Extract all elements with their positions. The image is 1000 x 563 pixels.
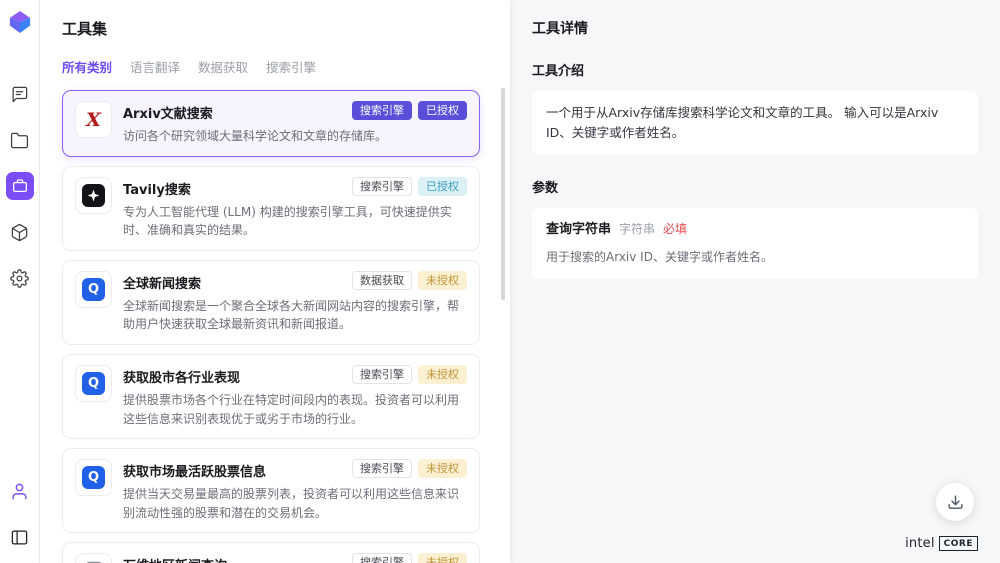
tool-title: 获取市场最活跃股票信息 bbox=[123, 459, 352, 480]
juhe-icon: Q bbox=[82, 372, 105, 395]
intel-core-logo: intel CORE bbox=[905, 536, 978, 551]
tool-details-panel: 工具详情 工具介绍 一个用于从Arxiv存储库搜索科学论文和文章的工具。 输入可… bbox=[510, 0, 1000, 563]
params-title: 参数 bbox=[532, 177, 978, 196]
tool-description: 访问各个研究领域大量科学论文和文章的存储库。 bbox=[123, 127, 467, 146]
gear-icon[interactable] bbox=[6, 264, 34, 292]
intel-text: intel bbox=[905, 536, 935, 551]
download-icon bbox=[947, 494, 964, 511]
intro-text: 一个用于从Arxiv存储库搜索科学论文和文章的工具。 输入可以是Arxiv ID… bbox=[546, 105, 938, 140]
download-button[interactable] bbox=[936, 483, 974, 521]
briefcase-icon[interactable] bbox=[6, 172, 34, 200]
juhe-icon: Q bbox=[82, 278, 105, 301]
core-text: CORE bbox=[939, 536, 978, 551]
param-type: 字符串 bbox=[619, 220, 655, 239]
auth-status-badge: 未授权 bbox=[418, 459, 467, 478]
tool-icon: Q bbox=[75, 365, 112, 402]
details-title: 工具详情 bbox=[532, 18, 978, 38]
tab-language-translation[interactable]: 语言翻译 bbox=[130, 57, 180, 76]
tab-search-engine[interactable]: 搜索引擎 bbox=[266, 57, 316, 76]
category-badge: 搜索引擎 bbox=[352, 101, 412, 120]
param-card: 查询字符串 字符串 必填 用于搜索的Arxiv ID、关键字或作者姓名。 bbox=[532, 208, 978, 279]
tool-title: 万维地区新闻查询 bbox=[123, 553, 352, 563]
panel-toggle-icon[interactable] bbox=[6, 523, 34, 551]
icon-sidebar bbox=[0, 0, 40, 563]
category-tabs: 所有类别 语言翻译 数据获取 搜索引擎 bbox=[62, 57, 488, 76]
category-badge: 搜索引擎 bbox=[352, 177, 412, 196]
tool-card[interactable]: Q 获取市场最活跃股票信息 搜索引擎 未授权 提供当天交易量最高的股票列表，投资… bbox=[62, 448, 480, 533]
auth-status-badge: 已授权 bbox=[418, 101, 467, 120]
tool-title: Arxiv文献搜索 bbox=[123, 101, 352, 122]
tool-icon bbox=[75, 177, 112, 214]
tool-card[interactable]: Q 全球新闻搜索 数据获取 未授权 全球新闻搜索是一个聚合全球各大新闻网站内容的… bbox=[62, 260, 480, 345]
tool-card[interactable]: Tavily搜索 搜索引擎 已授权 专为人工智能代理 (LLM) 构建的搜索引擎… bbox=[62, 166, 480, 251]
tab-all-categories[interactable]: 所有类别 bbox=[62, 57, 112, 76]
tool-description: 提供当天交易量最高的股票列表，投资者可以利用这些信息来识别流动性强的股票和潜在的… bbox=[123, 485, 467, 522]
category-badge: 搜索引擎 bbox=[352, 553, 412, 563]
tool-title: 获取股市各行业表现 bbox=[123, 365, 352, 386]
juhe-icon: Q bbox=[82, 466, 105, 489]
tool-title: 全球新闻搜索 bbox=[123, 271, 352, 292]
user-icon[interactable] bbox=[6, 477, 34, 505]
param-name: 查询字符串 bbox=[546, 220, 611, 241]
tool-icon: Q bbox=[75, 271, 112, 308]
tool-title: Tavily搜索 bbox=[123, 177, 352, 198]
auth-status-badge: 已授权 bbox=[418, 177, 467, 196]
param-required-badge: 必填 bbox=[663, 220, 687, 239]
tool-description: 全球新闻搜索是一个聚合全球各大新闻网站内容的搜索引擎，帮助用户快速获取全球最新资… bbox=[123, 297, 467, 334]
category-badge: 搜索引擎 bbox=[352, 459, 412, 478]
app-logo bbox=[9, 10, 31, 38]
auth-status-badge: 未授权 bbox=[418, 365, 467, 384]
tavily-icon bbox=[82, 184, 105, 207]
tool-card[interactable]: Q 获取股市各行业表现 搜索引擎 未授权 提供股票市场各个行业在特定时间段内的表… bbox=[62, 354, 480, 439]
auth-status-badge: 未授权 bbox=[418, 271, 467, 290]
app-window: 工具集 所有类别 语言翻译 数据获取 搜索引擎 X Arxiv文献搜索 搜索引擎… bbox=[0, 0, 1000, 563]
tool-description: 提供股票市场各个行业在特定时间段内的表现。投资者可以利用这些信息来识别表现优于或… bbox=[123, 391, 467, 428]
tab-data-fetch[interactable]: 数据获取 bbox=[198, 57, 248, 76]
tool-list: X Arxiv文献搜索 搜索引擎 已授权 访问各个研究领域大量科学论文和文章的存… bbox=[62, 90, 480, 563]
tool-icon bbox=[75, 553, 112, 563]
tool-card[interactable]: 万维地区新闻查询 搜索引擎 未授权 查询具体行政区划内的新闻，快速了解各地新闻动 bbox=[62, 542, 480, 563]
intro-title: 工具介绍 bbox=[532, 60, 978, 79]
toolset-panel: 工具集 所有类别 语言翻译 数据获取 搜索引擎 X Arxiv文献搜索 搜索引擎… bbox=[40, 0, 510, 563]
category-badge: 搜索引擎 bbox=[352, 365, 412, 384]
tool-card[interactable]: X Arxiv文献搜索 搜索引擎 已授权 访问各个研究领域大量科学论文和文章的存… bbox=[62, 90, 480, 157]
chat-icon[interactable] bbox=[6, 80, 34, 108]
package-icon[interactable] bbox=[6, 218, 34, 246]
tool-description: 专为人工智能代理 (LLM) 构建的搜索引擎工具，可快速提供实时、准确和真实的结… bbox=[123, 203, 467, 240]
folder-icon[interactable] bbox=[6, 126, 34, 154]
scrollbar-thumb[interactable] bbox=[501, 88, 505, 300]
tool-icon: Q bbox=[75, 459, 112, 496]
category-badge: 数据获取 bbox=[352, 271, 412, 290]
auth-status-badge: 未授权 bbox=[418, 553, 467, 563]
intro-card: 一个用于从Arxiv存储库搜索科学论文和文章的工具。 输入可以是Arxiv ID… bbox=[532, 91, 978, 155]
param-description: 用于搜索的Arxiv ID、关键字或作者姓名。 bbox=[546, 248, 964, 267]
arxiv-icon: X bbox=[86, 109, 101, 131]
toolset-title: 工具集 bbox=[62, 18, 488, 39]
tool-icon: X bbox=[75, 101, 112, 138]
